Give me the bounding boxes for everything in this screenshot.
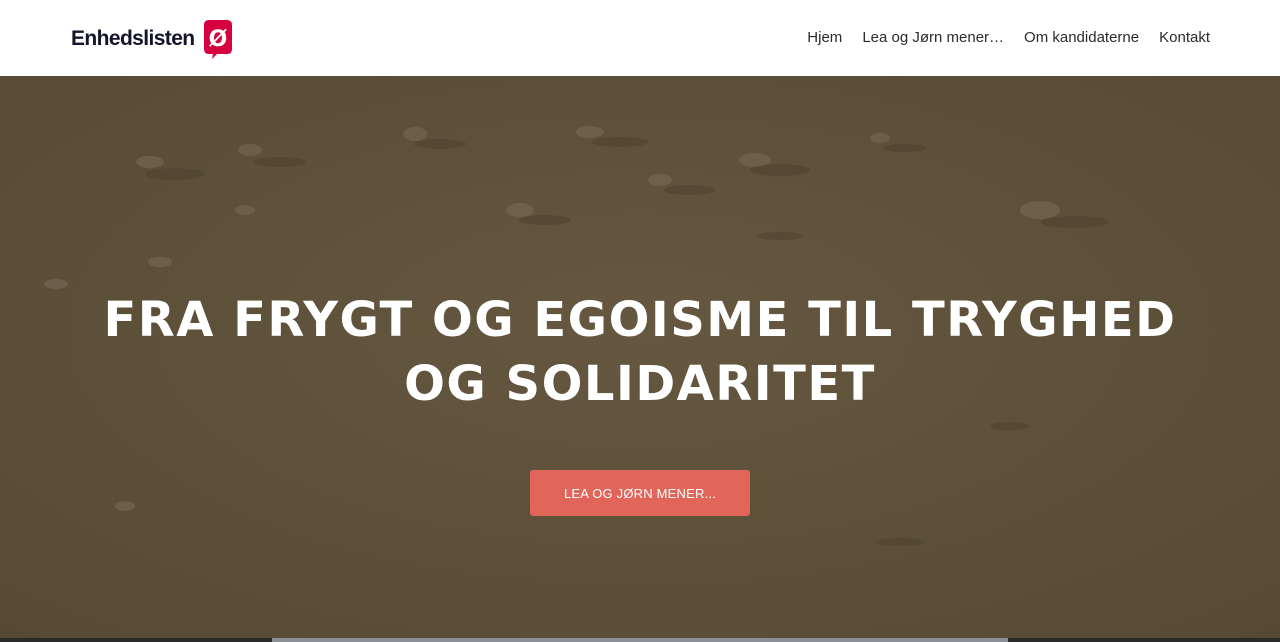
logo-text: Enhedslisten (71, 27, 195, 50)
site-logo[interactable]: Enhedslisten Ø (71, 17, 233, 61)
hero-headline-line-2: OG SOLIDARITET (404, 356, 876, 412)
logo-mark-glyph: Ø (208, 27, 227, 52)
hero-cta-button[interactable]: LEA OG JØRN MENER... (530, 470, 750, 516)
hero-headline-line-1: FRA FRYGT OG EGOISME TIL TRYGHED (103, 292, 1177, 348)
bottom-edge-strip (0, 638, 1280, 642)
nav-item-kontakt[interactable]: Kontakt (1159, 27, 1210, 49)
bottom-edge-bar (272, 638, 1008, 642)
nav-item-om-kandidaterne[interactable]: Om kandidaterne (1024, 27, 1139, 49)
hero-headline: FRA FRYGT OG EGOISME TIL TRYGHED OG SOLI… (60, 288, 1220, 416)
nav-item-lea-og-jorn-mener[interactable]: Lea og Jørn mener… (862, 27, 1004, 49)
logo-mark-icon: Ø (203, 19, 233, 59)
main-nav: Hjem Lea og Jørn mener… Om kandidaterne … (807, 27, 1210, 49)
nav-item-hjem[interactable]: Hjem (807, 27, 842, 49)
site-header: Enhedslisten Ø Hjem Lea og Jørn mener… O… (0, 0, 1280, 76)
hero-section: FRA FRYGT OG EGOISME TIL TRYGHED OG SOLI… (0, 76, 1280, 642)
